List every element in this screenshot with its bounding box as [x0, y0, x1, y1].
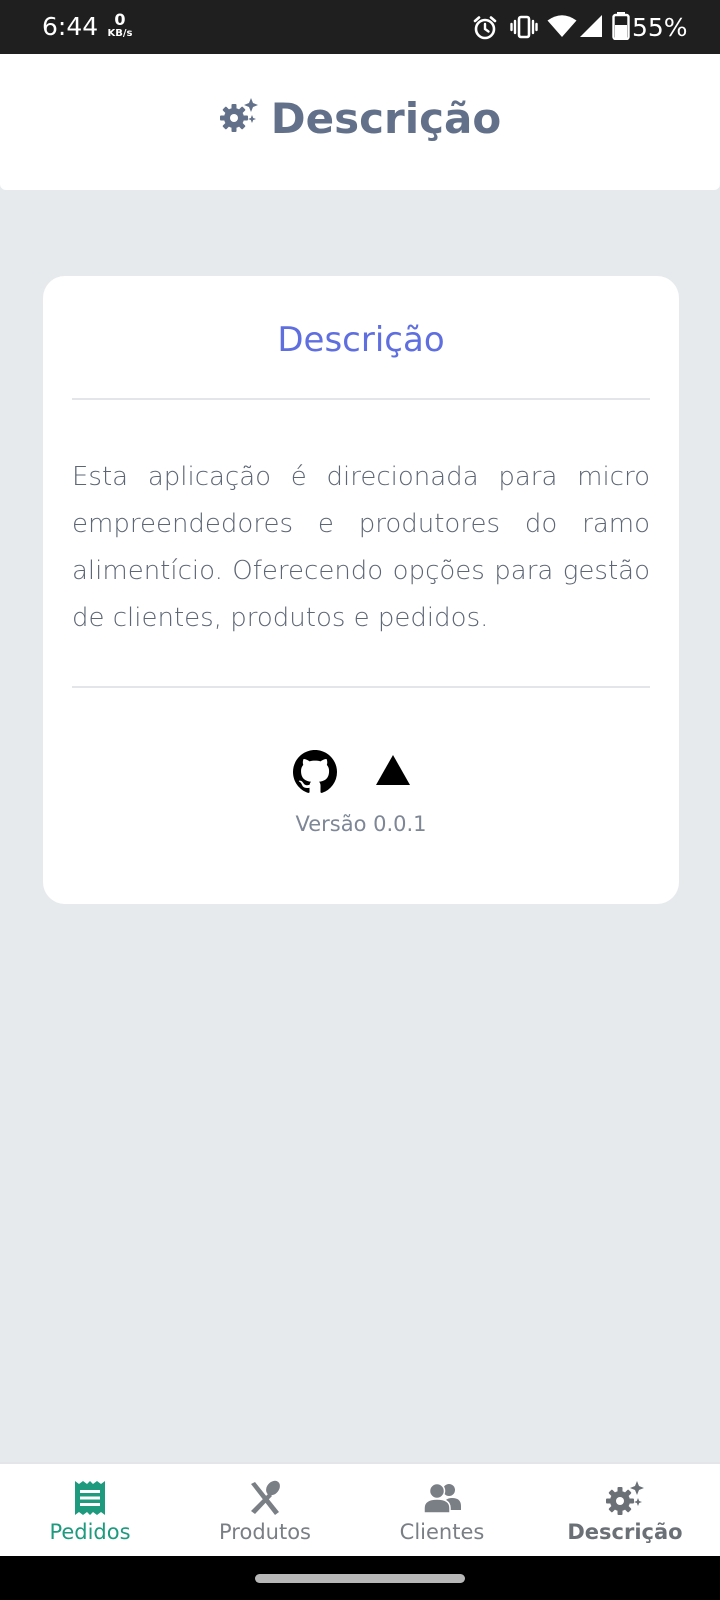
nav-label-pedidos: Pedidos	[49, 1520, 131, 1544]
receipt-icon	[75, 1481, 105, 1515]
status-bar: 6:44 0 KB/s 55%	[0, 0, 720, 54]
page-title: Descrição	[270, 93, 502, 143]
network-speed-value: 0	[114, 10, 126, 29]
card-title: Descrição	[277, 320, 445, 360]
gears-icon	[606, 1481, 644, 1515]
nav-item-produtos[interactable]: Produtos	[175, 1464, 355, 1558]
version-label: Versão 0.0.1	[295, 812, 427, 836]
nav-item-pedidos[interactable]: Pedidos	[0, 1464, 180, 1558]
github-icon[interactable]	[293, 750, 337, 794]
description-card: Descrição Esta aplicação é direcionada p…	[43, 276, 679, 904]
gears-icon	[219, 98, 258, 132]
nav-label-descricao: Descrição	[567, 1520, 683, 1544]
battery-percent: 55%	[632, 13, 688, 42]
users-icon	[423, 1482, 461, 1514]
divider	[72, 398, 650, 400]
nav-label-produtos: Produtos	[219, 1520, 311, 1544]
bottom-nav: Pedidos Produtos Clientes Descrição	[0, 1462, 720, 1556]
nav-label-clientes: Clientes	[399, 1520, 485, 1544]
wifi-icon	[547, 15, 577, 37]
cell-signal-icon	[580, 15, 602, 37]
links-row	[43, 750, 679, 796]
nav-item-clientes[interactable]: Clientes	[352, 1464, 532, 1558]
vercel-icon[interactable]	[375, 754, 411, 786]
utensils-icon	[251, 1480, 280, 1515]
network-speed: 0 KB/s	[104, 12, 136, 39]
vibrate-icon	[510, 15, 538, 39]
system-nav-bar	[0, 1556, 720, 1600]
nav-item-descricao[interactable]: Descrição	[535, 1464, 715, 1558]
app-header: Descrição	[0, 54, 720, 190]
home-gesture-handle[interactable]	[255, 1574, 465, 1583]
divider	[72, 686, 650, 688]
alarm-icon	[473, 16, 497, 40]
battery-icon	[612, 12, 630, 40]
description-text: Esta aplicação é direcionada para micro …	[72, 462, 650, 633]
network-speed-unit: KB/s	[107, 28, 133, 39]
status-time: 6:44	[42, 12, 99, 41]
